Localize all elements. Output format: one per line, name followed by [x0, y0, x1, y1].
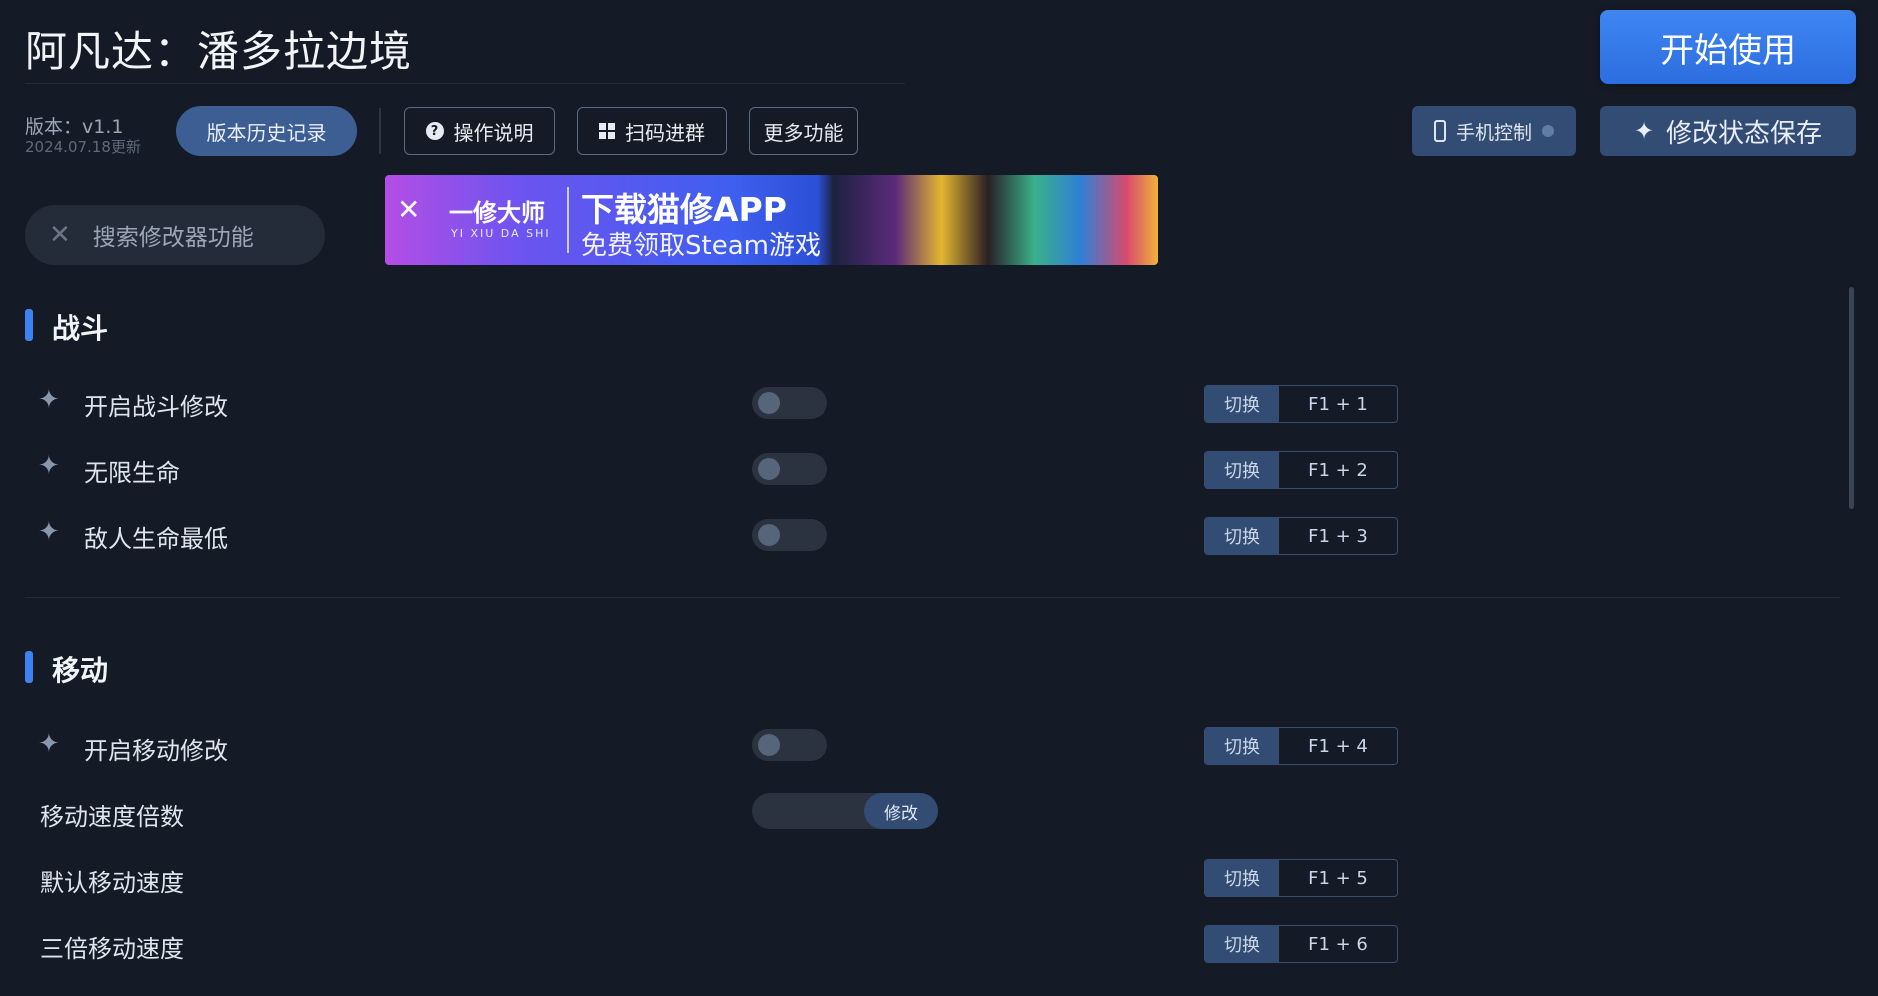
hotkey-action: 切换: [1205, 518, 1279, 554]
phone-control-button[interactable]: 手机控制: [1412, 106, 1576, 156]
hotkey-button[interactable]: 切换 F1 + 4: [1204, 727, 1398, 765]
row-label: 移动速度倍数: [40, 803, 184, 831]
hotkey-button[interactable]: 切换 F1 + 3: [1204, 517, 1398, 555]
toggle-switch[interactable]: [752, 519, 827, 551]
save-state-label: 修改状态保存: [1666, 118, 1823, 149]
toggle-switch[interactable]: [752, 453, 827, 485]
section-title-movement: 移动: [52, 654, 109, 687]
sparkle-icon: ✦: [1633, 117, 1655, 145]
qr-code-icon: [599, 123, 615, 139]
banner-subline: 免费领取Steam游戏: [581, 231, 821, 261]
section-accent-bar: [25, 651, 33, 683]
hotkey-action: 切换: [1205, 452, 1279, 488]
ad-banner[interactable]: ✕ 一修大师 YI XIU DA SHI 下载猫修APP 免费领取Steam游戏: [385, 175, 1158, 265]
hotkey-button[interactable]: 切换 F1 + 2: [1204, 451, 1398, 489]
version-date: 2024.07.18更新: [25, 138, 141, 156]
hotkey-combo: F1 + 2: [1279, 452, 1397, 488]
phone-control-label: 手机控制: [1455, 121, 1532, 144]
title-divider: [25, 83, 905, 84]
banner-brand: 一修大师: [449, 199, 545, 227]
section-accent-bar: [25, 309, 33, 341]
sparkle-icon: ✦: [38, 385, 60, 415]
row-label: 开启移动修改: [84, 737, 228, 765]
help-button[interactable]: ? 操作说明: [404, 107, 555, 155]
toggle-switch[interactable]: [752, 387, 827, 419]
version-label: 版本：v1.1: [25, 116, 124, 138]
toolbar-divider: [379, 108, 381, 154]
hotkey-combo: F1 + 1: [1279, 386, 1397, 422]
toggle-knob: [758, 392, 780, 414]
banner-brand-sub: YI XIU DA SHI: [451, 227, 551, 240]
banner-headline: 下载猫修APP: [581, 190, 787, 229]
hotkey-action: 切换: [1205, 860, 1279, 896]
help-button-label: 操作说明: [453, 120, 534, 145]
search-placeholder: 搜索修改器功能: [92, 225, 254, 251]
row-label: 敌人生命最低: [84, 525, 228, 553]
question-icon: ?: [425, 122, 444, 140]
hotkey-button[interactable]: 切换 F1 + 1: [1204, 385, 1398, 423]
toggle-switch[interactable]: [752, 729, 827, 761]
row-label: 默认移动速度: [40, 869, 184, 897]
hotkey-button[interactable]: 切换 F1 + 6: [1204, 925, 1398, 963]
wrench-logo-icon: ✕: [397, 193, 421, 226]
info-dot-icon: [1542, 125, 1554, 137]
start-button[interactable]: 开始使用: [1600, 10, 1856, 84]
hotkey-combo: F1 + 3: [1279, 518, 1397, 554]
phone-icon: [1433, 120, 1446, 142]
tools-icon: ✕: [49, 220, 71, 250]
hotkey-action: 切换: [1205, 926, 1279, 962]
sparkle-icon: ✦: [38, 451, 60, 481]
qr-join-label: 扫码进群: [625, 120, 705, 145]
hotkey-combo: F1 + 4: [1279, 728, 1397, 764]
toggle-knob: [758, 458, 780, 480]
qr-join-button[interactable]: 扫码进群: [577, 107, 727, 155]
hotkey-button[interactable]: 切换 F1 + 5: [1204, 859, 1398, 897]
toggle-knob: [758, 734, 780, 756]
section-divider: [25, 597, 1840, 598]
speed-multiplier-input[interactable]: 修改: [752, 793, 938, 829]
row-label: 三倍移动速度: [40, 935, 184, 963]
toggle-knob: [758, 524, 780, 546]
save-state-button[interactable]: ✦ 修改状态保存: [1600, 106, 1856, 156]
hotkey-combo: F1 + 6: [1279, 926, 1397, 962]
hotkey-action: 切换: [1205, 728, 1279, 764]
row-label: 无限生命: [84, 459, 180, 487]
modify-button[interactable]: 修改: [864, 793, 938, 829]
more-features-button[interactable]: 更多功能: [749, 107, 858, 155]
row-label: 开启战斗修改: [84, 393, 228, 421]
search-input[interactable]: ✕ 搜索修改器功能: [25, 205, 325, 265]
version-history-button[interactable]: 版本历史记录: [176, 106, 357, 156]
scrollbar[interactable]: [1849, 287, 1854, 509]
hotkey-action: 切换: [1205, 386, 1279, 422]
sparkle-icon: ✦: [38, 729, 60, 759]
section-title-combat: 战斗: [52, 312, 109, 345]
hotkey-combo: F1 + 5: [1279, 860, 1397, 896]
page-title: 阿凡达：潘多拉边境: [25, 27, 413, 76]
banner-separator: [567, 187, 569, 253]
sparkle-icon: ✦: [38, 517, 60, 547]
